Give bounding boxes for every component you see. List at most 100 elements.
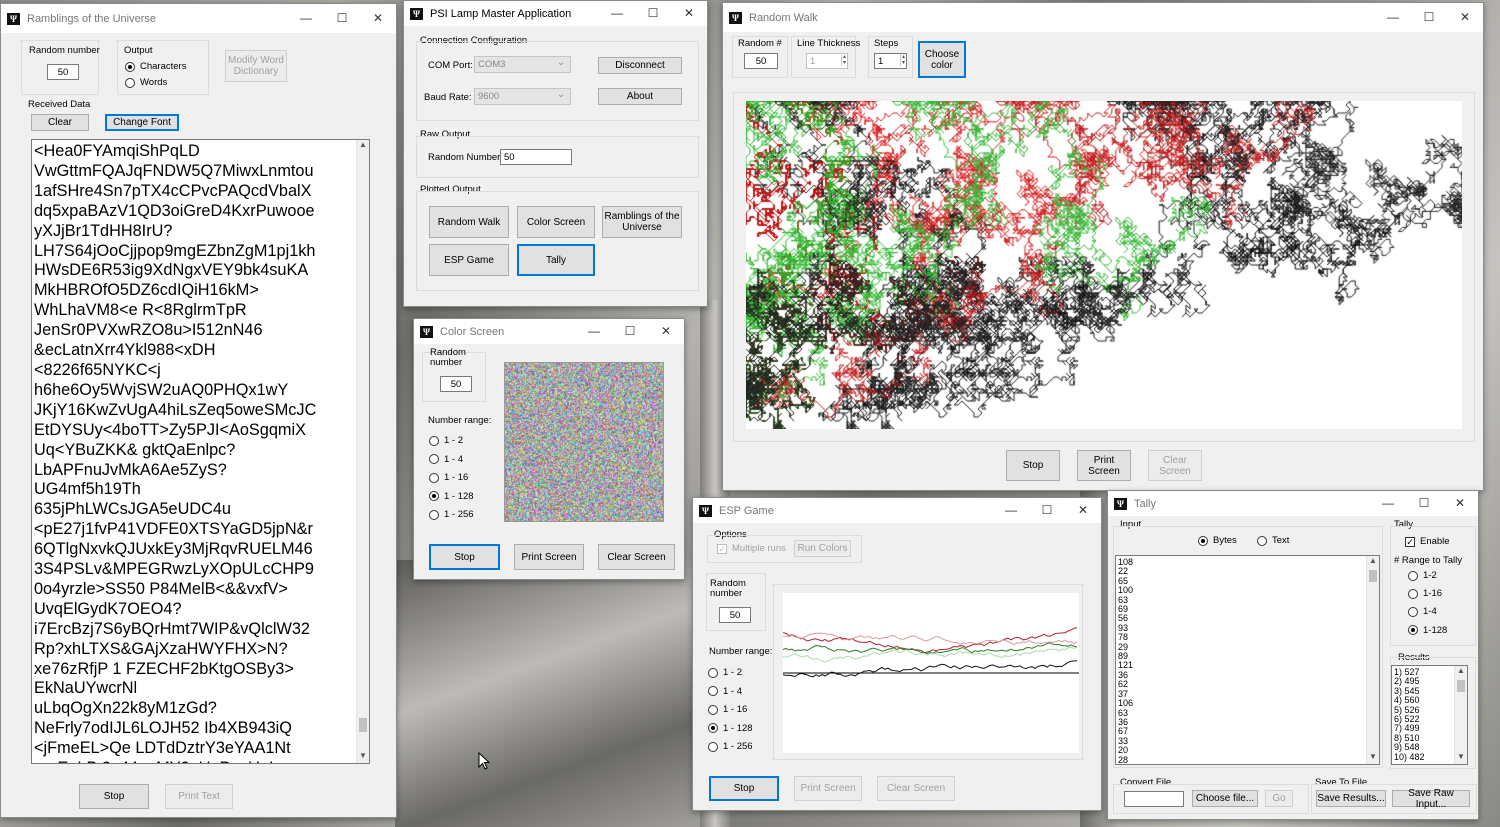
stop-button[interactable]: Stop — [1006, 450, 1060, 481]
radio-range-1[interactable]: 1 - 2 — [429, 435, 463, 446]
radio-range-4[interactable]: 1-128 — [1408, 625, 1447, 636]
radio-range-1[interactable]: 1 - 2 — [708, 667, 742, 678]
scrollbar[interactable]: ▲ ▼ — [356, 140, 369, 763]
stop-button[interactable]: Stop — [429, 544, 500, 570]
maximize-icon[interactable]: ☐ — [324, 4, 360, 33]
stop-button[interactable]: Stop — [709, 776, 779, 801]
psi-lamp-window[interactable]: Ψ PSI Lamp Master Application — ☐ ✕ Connec… — [403, 0, 708, 307]
close-icon[interactable]: ✕ — [648, 319, 684, 344]
title-bar[interactable]: Ψ Color Screen — ☐ ✕ — [414, 319, 684, 344]
scroll-down-icon[interactable]: ▼ — [1367, 752, 1379, 764]
radio-range-3[interactable]: 1 - 16 — [429, 472, 468, 483]
maximize-icon[interactable]: ☐ — [1029, 498, 1065, 523]
title-bar[interactable]: Ψ PSI Lamp Master Application — ☐ ✕ — [404, 1, 707, 26]
random-number-field[interactable]: 50 — [440, 376, 472, 392]
print-text-button[interactable]: Print Text — [165, 784, 233, 809]
title-bar[interactable]: Ψ Ramblings of the Universe — ☐ ✕ — [1, 4, 396, 33]
close-icon[interactable]: ✕ — [671, 1, 707, 26]
minimize-icon[interactable]: — — [599, 1, 635, 26]
ramblings-window[interactable]: Ψ Ramblings of the Universe — ☐ ✕ Random n… — [0, 3, 397, 818]
maximize-icon[interactable]: ☐ — [635, 1, 671, 26]
clear-screen-button[interactable]: Clear Screen — [1148, 450, 1202, 481]
color-screen-window[interactable]: Ψ Color Screen — ☐ ✕ Random number 50 Numb… — [413, 318, 685, 580]
steps-spinner[interactable]: 1 — [874, 53, 907, 69]
scroll-down-icon[interactable]: ▼ — [1455, 752, 1467, 764]
random-number-field[interactable]: 50 — [47, 64, 79, 80]
multiple-runs-checkbox[interactable]: ✓ Multiple runs — [717, 543, 786, 554]
clear-screen-button[interactable]: Clear Screen — [877, 776, 955, 801]
color-screen-button[interactable]: Color Screen — [517, 206, 595, 238]
radio-range-5[interactable]: 1 - 256 — [429, 509, 474, 520]
radio-bytes[interactable]: Bytes — [1198, 535, 1237, 546]
esp-game-window[interactable]: Ψ ESP Game — ☐ ✕ Options ✓ Multiple runs Ru… — [692, 497, 1102, 811]
scroll-down-icon[interactable]: ▼ — [357, 751, 369, 763]
maximize-icon[interactable]: ☐ — [1406, 491, 1442, 516]
close-icon[interactable]: ✕ — [1447, 3, 1483, 32]
line-thickness-spinner[interactable]: 1 — [806, 53, 848, 69]
received-data-textarea[interactable]: <Hea0FYAmqiShPqLD VwGttmFQAJqFNDW5Q7Miwx… — [31, 139, 370, 764]
scroll-thumb[interactable] — [359, 718, 367, 732]
baud-rate-select[interactable]: 9600 — [474, 88, 571, 105]
radio-range-3[interactable]: 1-4 — [1408, 606, 1437, 617]
clear-button[interactable]: Clear — [31, 114, 89, 131]
radio-text[interactable]: Text — [1257, 535, 1289, 546]
change-font-button[interactable]: Change Font — [105, 114, 179, 131]
save-results-button[interactable]: Save Results... — [1316, 790, 1386, 807]
radio-range-3[interactable]: 1 - 16 — [708, 704, 747, 715]
disconnect-button[interactable]: Disconnect — [598, 57, 682, 74]
com-port-select[interactable]: COM3 — [474, 56, 571, 73]
random-number-field[interactable]: 50 — [719, 607, 751, 623]
save-raw-input-button[interactable]: Save Raw Input... — [1392, 788, 1470, 810]
minimize-icon[interactable]: — — [288, 4, 324, 33]
radio-range-2[interactable]: 1-16 — [1408, 588, 1442, 599]
tally-button[interactable]: Tally — [517, 244, 595, 276]
radio-range-5[interactable]: 1 - 256 — [708, 741, 753, 752]
minimize-icon[interactable]: — — [993, 498, 1029, 523]
maximize-icon[interactable]: ☐ — [1411, 3, 1447, 32]
radio-range-4[interactable]: 1 - 128 — [429, 491, 474, 502]
run-colors-button[interactable]: Run Colors — [794, 540, 851, 557]
radio-range-2[interactable]: 1 - 4 — [708, 686, 742, 697]
tally-window[interactable]: Ψ Tally — ☐ ✕ Input Bytes Text 108 22 65 100 6… — [1107, 490, 1479, 820]
choose-file-button[interactable]: Choose file... — [1192, 790, 1258, 807]
radio-range-1[interactable]: 1-2 — [1408, 570, 1437, 581]
esp-game-button[interactable]: ESP Game — [429, 244, 509, 276]
close-icon[interactable]: ✕ — [1442, 491, 1478, 516]
minimize-icon[interactable]: — — [1370, 491, 1406, 516]
scroll-up-icon[interactable]: ▲ — [357, 140, 369, 152]
title-bar[interactable]: Ψ Tally — ☐ ✕ — [1108, 491, 1478, 516]
title-bar[interactable]: Ψ ESP Game — ☐ ✕ — [693, 498, 1101, 523]
radio-words[interactable]: Words — [125, 77, 167, 88]
about-button[interactable]: About — [598, 88, 682, 105]
random-number-field[interactable]: 50 — [500, 149, 572, 165]
minimize-icon[interactable]: — — [1375, 3, 1411, 32]
modify-dictionary-button[interactable]: Modify Word Dictionary — [225, 50, 287, 82]
maximize-icon[interactable]: ☐ — [612, 319, 648, 344]
input-textarea[interactable]: 108 22 65 100 63 69 56 93 78 29 89 121 36 62 37 106 63 36… — [1115, 555, 1380, 765]
close-icon[interactable]: ✕ — [360, 4, 396, 33]
scrollbar[interactable]: ▲ ▼ — [1366, 556, 1379, 764]
print-screen-button[interactable]: Print Screen — [1077, 450, 1131, 481]
print-screen-button[interactable]: Print Screen — [514, 544, 584, 570]
clear-screen-button[interactable]: Clear Screen — [598, 544, 675, 570]
scroll-thumb[interactable] — [1369, 570, 1377, 582]
random-walk-button[interactable]: Random Walk — [429, 206, 509, 238]
radio-range-4[interactable]: 1 - 128 — [708, 723, 753, 734]
go-button[interactable]: Go — [1265, 790, 1293, 807]
random-walk-window[interactable]: Ψ Random Walk — ☐ ✕ Random # 50 Line Thick… — [722, 2, 1484, 491]
print-screen-button[interactable]: Print Screen — [794, 776, 862, 801]
random-field[interactable]: 50 — [744, 53, 778, 69]
minimize-icon[interactable]: — — [576, 319, 612, 344]
scroll-up-icon[interactable]: ▲ — [1455, 666, 1467, 678]
stop-button[interactable]: Stop — [79, 784, 149, 809]
choose-color-button[interactable]: Choose color — [918, 41, 966, 78]
scrollbar[interactable]: ▲ ▼ — [1454, 666, 1467, 764]
ramblings-button[interactable]: Ramblings of the Universe — [602, 206, 682, 238]
convert-file-path[interactable] — [1124, 791, 1184, 807]
title-bar[interactable]: Ψ Random Walk — ☐ ✕ — [723, 3, 1483, 32]
radio-range-2[interactable]: 1 - 4 — [429, 454, 463, 465]
close-icon[interactable]: ✕ — [1065, 498, 1101, 523]
enable-checkbox[interactable]: ✓ Enable — [1405, 536, 1450, 547]
radio-characters[interactable]: Characters — [125, 61, 186, 72]
results-list[interactable]: 1) 527 2) 495 3) 545 4) 560 5) 526 6) 522 7) 4… — [1391, 665, 1468, 765]
